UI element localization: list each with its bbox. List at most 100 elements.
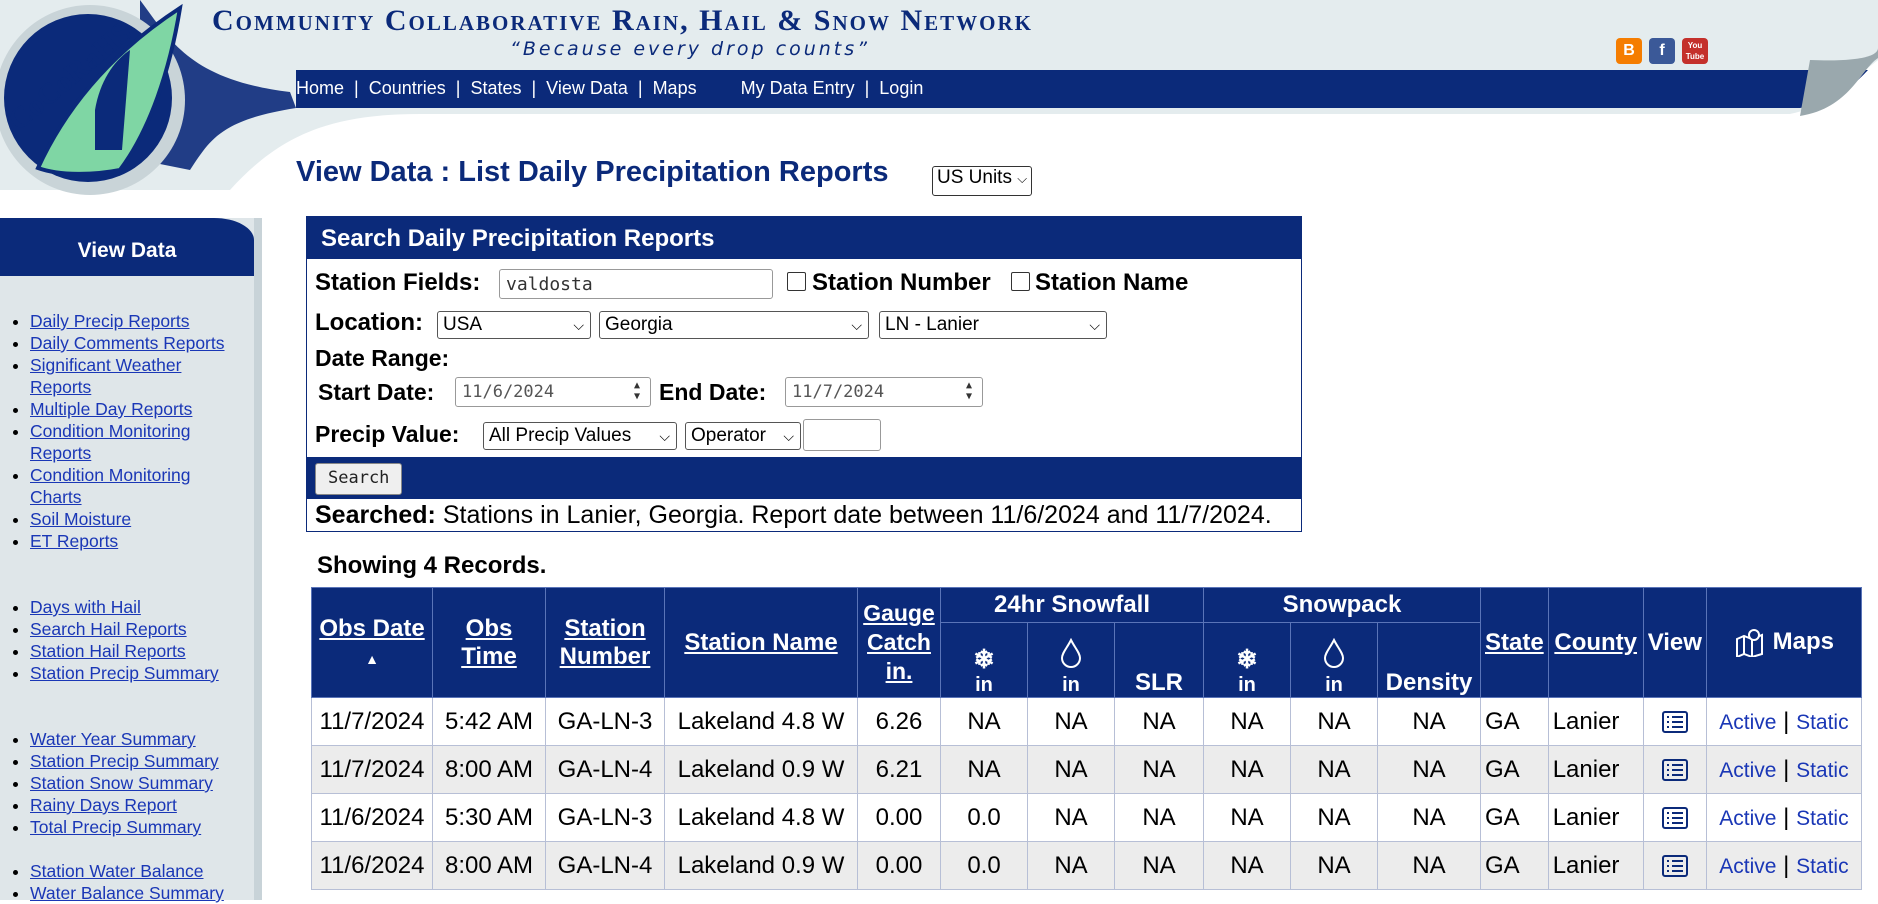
youtube-icon[interactable]: You Tube xyxy=(1682,38,1708,64)
nav-view-data[interactable]: View Data xyxy=(546,78,628,99)
start-date-input[interactable]: 11/6/2024 ▲ ▼ xyxy=(455,377,651,407)
sidebar-link[interactable]: Significant Weather Reports xyxy=(30,355,181,397)
active-map-link[interactable]: Active xyxy=(1719,711,1776,734)
col-obs-time[interactable]: Obs Time xyxy=(432,587,546,698)
sidebar-link[interactable]: Total Precip Summary xyxy=(30,817,201,837)
sort-station-name-link[interactable]: Station Name xyxy=(684,629,837,656)
sort-obs-date-link[interactable]: Obs Date xyxy=(319,615,424,642)
sidebar-link[interactable]: Daily Comments Reports xyxy=(30,333,225,353)
sidebar-link[interactable]: Rainy Days Report xyxy=(30,795,177,815)
sidebar-link[interactable]: Search Hail Reports xyxy=(30,619,187,639)
search-button-bar: Search xyxy=(307,457,1301,499)
col-gauge-catch[interactable]: Gauge Catch in. xyxy=(857,587,941,698)
precip-value-select[interactable]: All Precip Values ⌵ xyxy=(483,422,677,450)
snowflake-icon: ❄ xyxy=(1236,644,1258,674)
map-link-separator: | xyxy=(1783,803,1790,831)
county-select[interactable]: LN - Lanier ⌵ xyxy=(879,311,1107,339)
end-date-value: 11/7/2024 xyxy=(792,382,885,402)
col-obs-date[interactable]: Obs Date ▲ xyxy=(311,587,433,698)
list-view-icon[interactable] xyxy=(1661,759,1688,782)
station-name-checkbox[interactable] xyxy=(1011,272,1030,291)
col-county[interactable]: County xyxy=(1547,587,1644,698)
static-map-link[interactable]: Static xyxy=(1796,807,1849,830)
sidebar-link[interactable]: Condition Monitoring Charts xyxy=(30,465,191,507)
sidebar-link[interactable]: Water Balance Summary xyxy=(30,883,224,903)
station-fields-input[interactable] xyxy=(499,269,773,299)
sidebar-link[interactable]: Water Year Summary xyxy=(30,729,196,749)
nav-separator: | xyxy=(455,77,461,98)
table-row: 11/7/2024 8:00 AM GA-LN-4 Lakeland 0.9 W… xyxy=(311,745,1862,794)
date-spinner-icon[interactable]: ▲ ▼ xyxy=(958,380,980,404)
cell-snowpack-in: NA xyxy=(1203,745,1291,794)
maps-header-label: Maps xyxy=(1772,628,1834,656)
site-logo[interactable]: CoCoRaHS xyxy=(2,2,182,142)
site-tagline: “Because every drop counts” xyxy=(510,38,870,60)
active-map-link[interactable]: Active xyxy=(1719,759,1776,782)
cell-snowfall-water: NA xyxy=(1027,745,1115,794)
precip-value-input[interactable] xyxy=(803,419,881,451)
col-station-name[interactable]: Station Name xyxy=(664,587,858,698)
list-view-icon[interactable] xyxy=(1661,807,1688,830)
col-state[interactable]: State xyxy=(1480,587,1549,698)
list-view-icon[interactable] xyxy=(1661,855,1688,878)
nav-states[interactable]: States xyxy=(470,78,521,99)
col-snowpack-density: Density xyxy=(1377,622,1481,698)
cell-obs-time: 8:00 AM xyxy=(432,841,546,890)
operator-select-value: Operator xyxy=(691,425,766,446)
state-select[interactable]: Georgia ⌵ xyxy=(599,311,869,339)
col-maps: Maps xyxy=(1705,587,1862,698)
col-station-number[interactable]: Station Number xyxy=(545,587,665,698)
sidebar-link[interactable]: Soil Moisture xyxy=(30,509,131,529)
operator-select[interactable]: Operator ⌵ xyxy=(685,422,801,450)
cell-density: NA xyxy=(1377,745,1481,794)
sidebar-link[interactable]: ET Reports xyxy=(30,531,118,551)
sidebar-link[interactable]: Days with Hail xyxy=(30,597,141,617)
top-nav: Home | Countries | States | View Data | … xyxy=(296,74,923,102)
static-map-link[interactable]: Static xyxy=(1796,759,1849,782)
cell-county: Lanier xyxy=(1547,697,1644,746)
nav-login[interactable]: Login xyxy=(879,78,923,99)
cell-view xyxy=(1642,841,1707,890)
facebook-icon[interactable]: f xyxy=(1649,38,1675,64)
end-date-input[interactable]: 11/7/2024 ▲ ▼ xyxy=(785,377,983,407)
cell-snowpack-in: NA xyxy=(1203,793,1291,842)
cell-snowfall-in: 0.0 xyxy=(940,841,1028,890)
list-view-icon[interactable] xyxy=(1661,711,1688,734)
cell-snowfall-water: NA xyxy=(1027,697,1115,746)
nav-maps[interactable]: Maps xyxy=(653,78,697,99)
nav-home[interactable]: Home xyxy=(296,78,344,99)
sidebar-link[interactable]: Daily Precip Reports xyxy=(30,311,190,331)
cell-snowpack-in: NA xyxy=(1203,697,1291,746)
date-spinner-icon[interactable]: ▲ ▼ xyxy=(626,380,648,404)
cell-state: GA xyxy=(1480,841,1549,890)
nav-separator: | xyxy=(864,77,870,98)
cell-station-name: Lakeland 0.9 W xyxy=(664,841,858,890)
sort-gauge-catch-link[interactable]: Gauge Catch in. xyxy=(863,600,935,684)
active-map-link[interactable]: Active xyxy=(1719,807,1776,830)
static-map-link[interactable]: Static xyxy=(1796,711,1849,734)
sidebar-link[interactable]: Condition Monitoring Reports xyxy=(30,421,191,463)
sort-ascending-icon: ▲ xyxy=(365,650,379,667)
sort-county-link[interactable]: County xyxy=(1554,629,1637,656)
sidebar-link[interactable]: Station Hail Reports xyxy=(30,641,186,661)
station-number-checkbox[interactable] xyxy=(787,272,806,291)
sidebar-link[interactable]: Station Water Balance xyxy=(30,861,203,881)
sidebar-link[interactable]: Station Precip Summary xyxy=(30,751,219,771)
sort-state-link[interactable]: State xyxy=(1485,629,1544,656)
units-select[interactable]: US Units ⌵ xyxy=(932,166,1033,196)
sort-obs-time-link[interactable]: Obs Time xyxy=(461,615,517,670)
search-button[interactable]: Search xyxy=(315,463,403,495)
country-select[interactable]: USA ⌵ xyxy=(437,311,591,339)
active-map-link[interactable]: Active xyxy=(1719,855,1776,878)
station-number-label: Station Number xyxy=(812,269,991,296)
nav-countries[interactable]: Countries xyxy=(369,78,446,99)
static-map-link[interactable]: Static xyxy=(1796,855,1849,878)
nav-my-data-entry[interactable]: My Data Entry xyxy=(741,78,855,99)
sidebar-link[interactable]: Station Snow Summary xyxy=(30,773,213,793)
sidebar-link[interactable]: Station Precip Summary xyxy=(30,663,219,683)
precip-value-label: Precip Value: xyxy=(315,421,460,447)
cell-view xyxy=(1642,697,1707,746)
sort-station-number-link[interactable]: Station Number xyxy=(560,615,651,670)
blogger-icon[interactable]: B xyxy=(1616,38,1642,64)
sidebar-link[interactable]: Multiple Day Reports xyxy=(30,399,192,419)
